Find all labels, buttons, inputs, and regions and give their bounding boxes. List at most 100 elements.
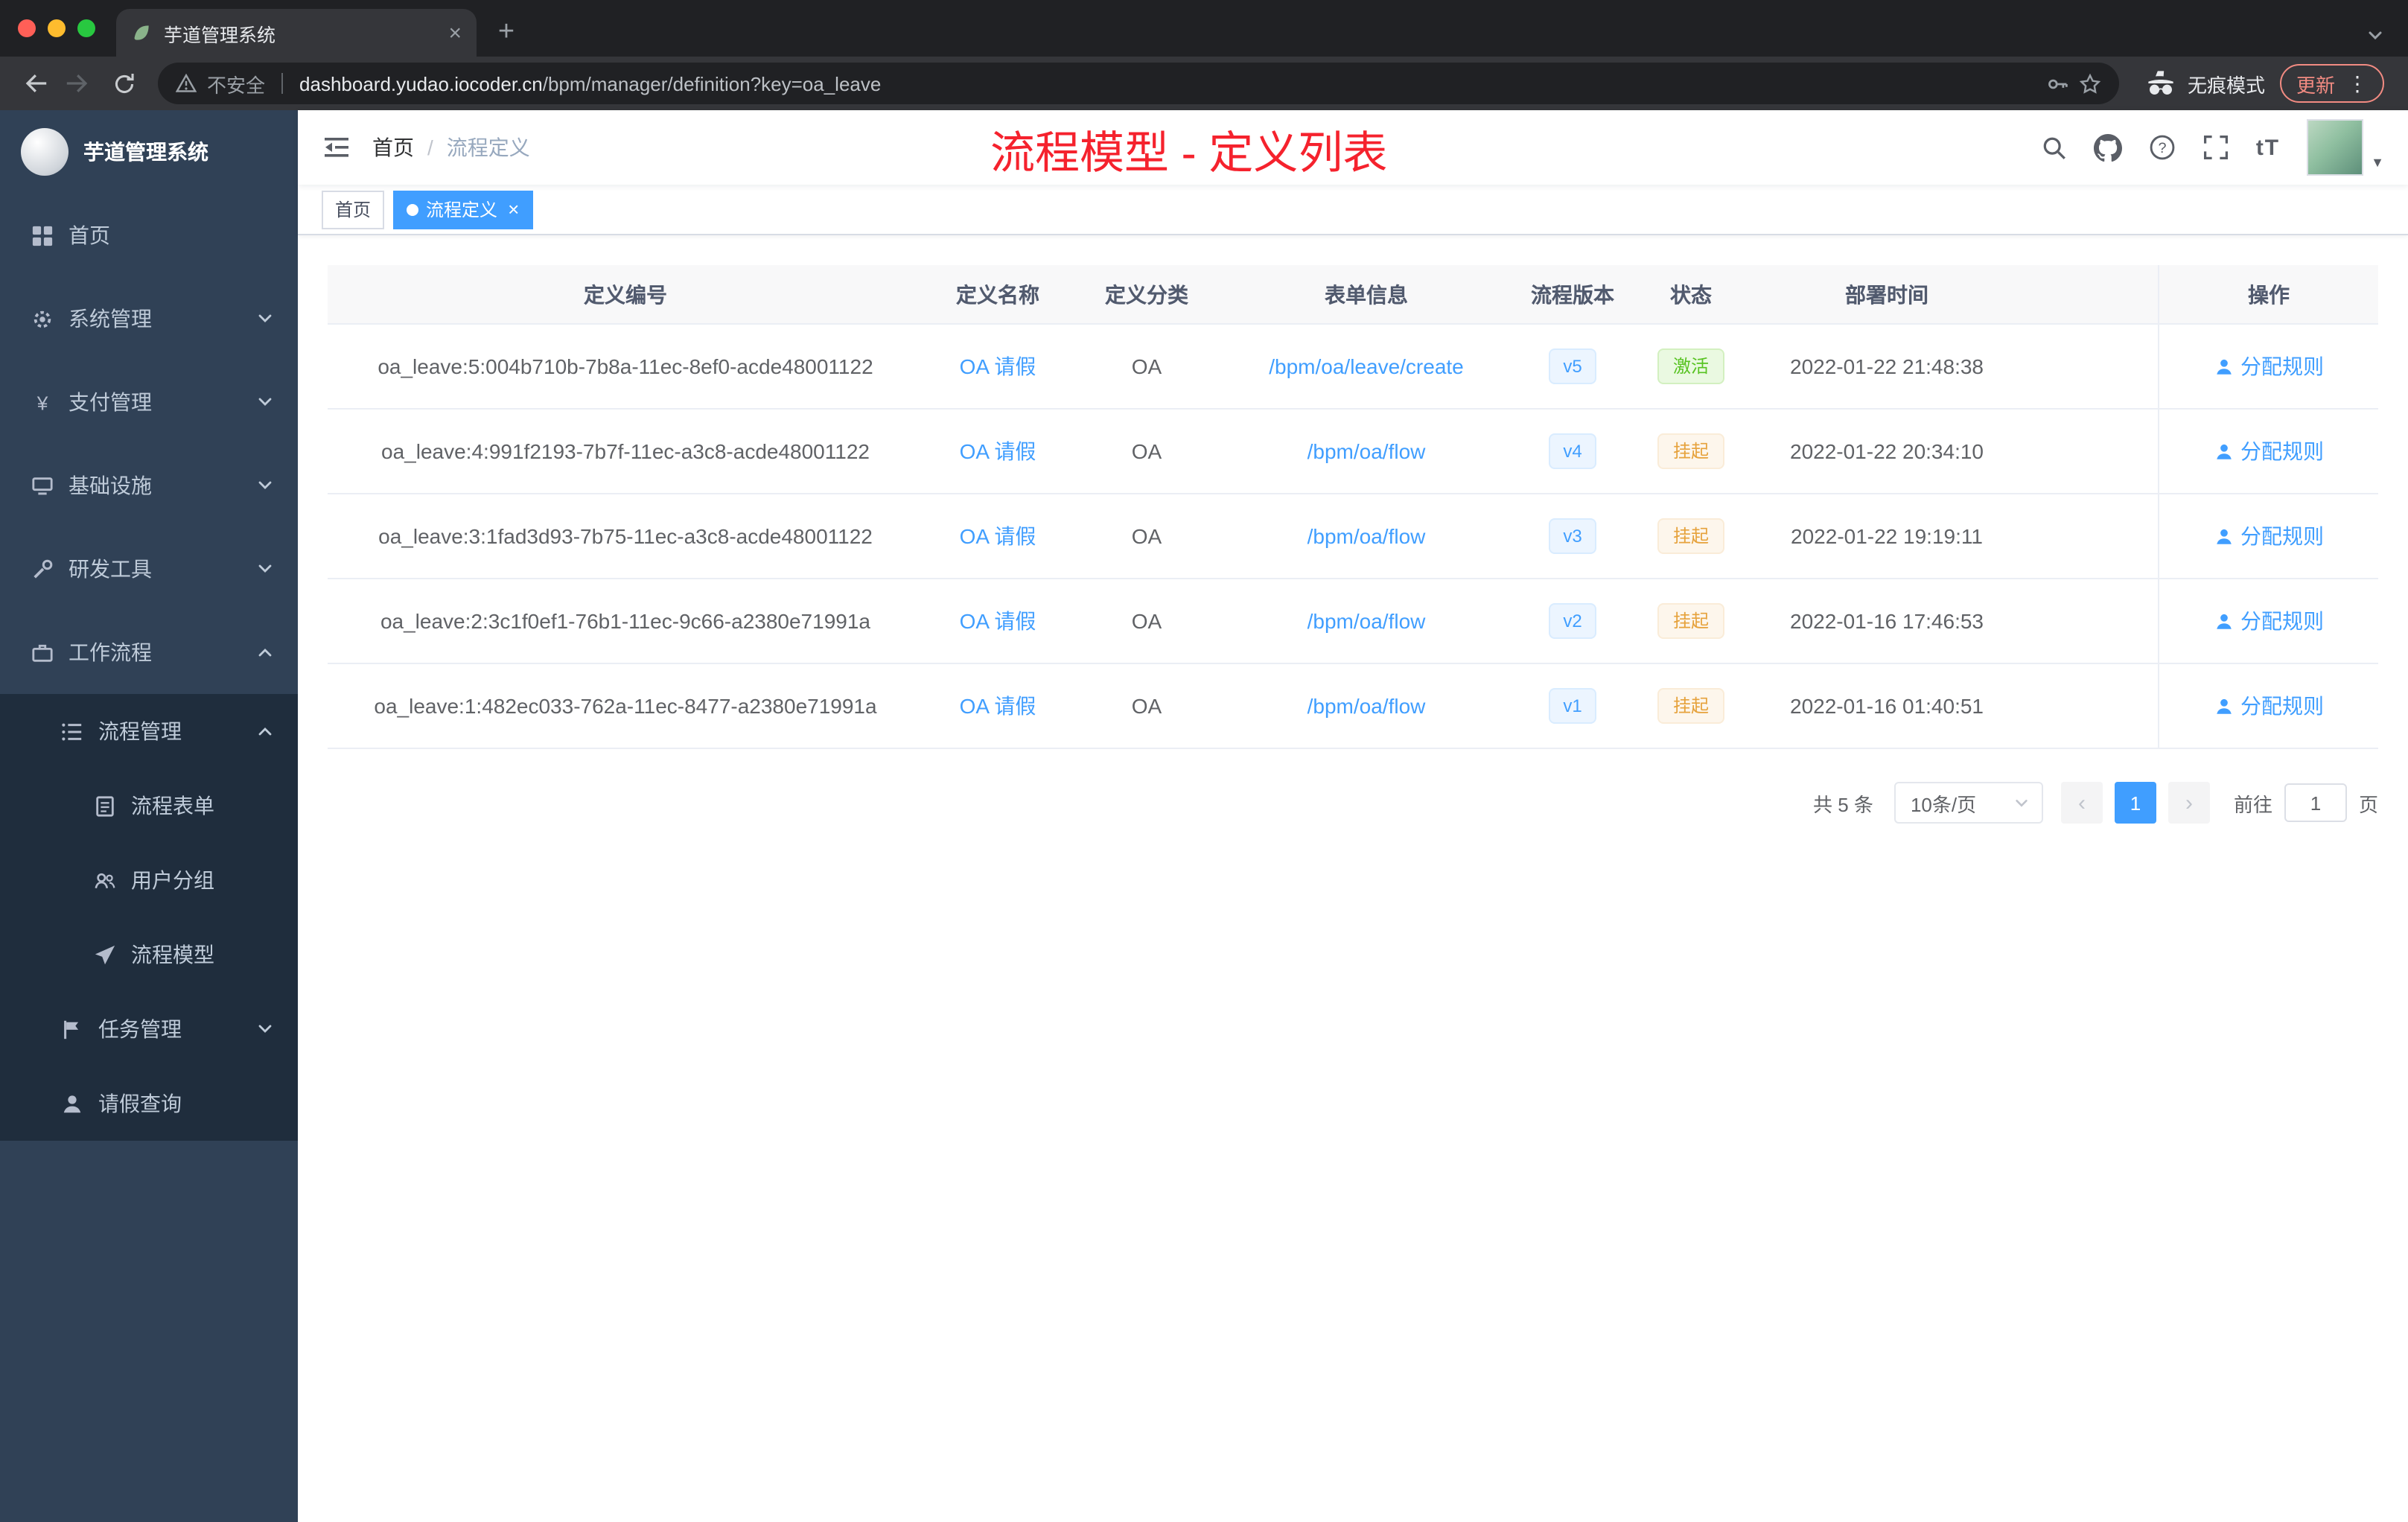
sidebar-item-process-form[interactable]: 流程表单 <box>0 768 298 843</box>
sidebar-item-system[interactable]: 系统管理 <box>0 277 298 360</box>
definition-name-link[interactable]: OA 请假 <box>960 606 1036 636</box>
table-row: oa_leave:3:1fad3d93-7b75-11ec-a3c8-acde4… <box>328 494 2378 579</box>
column-header: 定义名称 <box>956 282 1039 306</box>
tagsview-tag-home[interactable]: 首页 <box>322 190 385 229</box>
sidebar-item-payment[interactable]: ¥ 支付管理 <box>0 360 298 444</box>
deploy-time: 2022-01-22 19:19:11 <box>1791 524 1983 548</box>
zoom-window-button[interactable] <box>77 19 95 37</box>
sidebar-logo[interactable]: 芋道管理系统 <box>0 110 298 194</box>
close-window-button[interactable] <box>18 19 36 37</box>
chevron-down-icon <box>256 1020 274 1038</box>
minimize-window-button[interactable] <box>48 19 66 37</box>
version-badge: v3 <box>1548 518 1597 554</box>
definition-name-link[interactable]: OA 请假 <box>960 691 1036 721</box>
tab-search-chevron-icon[interactable] <box>2366 27 2384 45</box>
sidebar-item-leave-query[interactable]: 请假查询 <box>0 1066 298 1141</box>
table-row: oa_leave:4:991f2193-7b7f-11ec-a3c8-acde4… <box>328 410 2378 494</box>
definition-id: oa_leave:4:991f2193-7b7f-11ec-a3c8-acde4… <box>381 439 870 463</box>
sidebar-item-infrastructure[interactable]: 基础设施 <box>0 444 298 527</box>
sidebar-item-label: 支付管理 <box>69 390 152 414</box>
assign-rule-link[interactable]: 分配规则 <box>2214 436 2324 466</box>
sidebar-item-task-mgmt[interactable]: 任务管理 <box>0 992 298 1066</box>
goto-page: 前往 页 <box>2234 783 2378 822</box>
status-badge: 挂起 <box>1657 433 1724 469</box>
column-header: 定义编号 <box>584 282 667 306</box>
sidebar-item-label: 用户分组 <box>131 868 214 892</box>
sidebar-item-label: 请假查询 <box>98 1092 182 1115</box>
sidebar-item-process-model[interactable]: 流程模型 <box>0 917 298 992</box>
fullscreen-icon[interactable] <box>2202 134 2229 161</box>
chevron-up-icon <box>256 722 274 740</box>
sidebar-item-home[interactable]: 首页 <box>0 194 298 277</box>
deploy-time: 2022-01-22 21:48:38 <box>1790 354 1984 378</box>
user-menu[interactable]: ▼ <box>2307 119 2384 176</box>
assign-rule-link[interactable]: 分配规则 <box>2214 351 2324 381</box>
sidebar-item-workflow[interactable]: 工作流程 <box>0 611 298 694</box>
status-badge: 激活 <box>1657 348 1724 384</box>
browser-menu-icon[interactable]: ⋮ <box>2347 71 2368 96</box>
sidebar-item-label: 系统管理 <box>69 307 152 331</box>
goto-page-input[interactable] <box>2284 783 2347 822</box>
search-icon[interactable] <box>2040 134 2067 161</box>
tagsview-tag-definition[interactable]: 流程定义 × <box>393 190 533 229</box>
version-badge: v4 <box>1548 433 1597 469</box>
assign-rule-link[interactable]: 分配规则 <box>2214 606 2324 636</box>
font-size-icon[interactable]: tT <box>2256 135 2280 160</box>
chevron-down-icon <box>2013 795 2030 811</box>
definition-name-link[interactable]: OA 请假 <box>960 436 1036 466</box>
form-link[interactable]: /bpm/oa/flow <box>1307 524 1426 548</box>
chevron-down-icon <box>256 393 274 411</box>
bookmark-star-icon[interactable] <box>2079 72 2101 95</box>
sidebar-item-user-group[interactable]: 用户分组 <box>0 843 298 917</box>
form-link[interactable]: /bpm/oa/flow <box>1307 439 1426 463</box>
goto-unit: 页 <box>2358 793 2378 815</box>
sidebar: 芋道管理系统 首页系统管理 ¥ 支付管理 基础设施研发工具工作流程流程管理 流程表单用户… <box>0 110 298 1522</box>
form-link[interactable]: /bpm/oa/flow <box>1307 609 1426 633</box>
password-key-icon[interactable] <box>2046 72 2068 95</box>
definition-name-link[interactable]: OA 请假 <box>960 521 1036 551</box>
task-icon <box>60 1018 83 1040</box>
next-page-button[interactable]: › <box>2167 782 2210 824</box>
sidebar-fold-icon[interactable] <box>322 133 351 162</box>
definition-category: OA <box>1131 609 1162 633</box>
reload-icon[interactable] <box>101 61 146 106</box>
incognito-icon <box>2146 69 2176 98</box>
sidebar-item-devtools[interactable]: 研发工具 <box>0 527 298 611</box>
chevron-down-icon <box>256 477 274 494</box>
forward-icon[interactable] <box>57 61 101 106</box>
definition-name-link[interactable]: OA 请假 <box>960 351 1036 381</box>
chevron-down-icon: ▼ <box>2371 155 2384 170</box>
security-label[interactable]: 不安全 <box>207 69 265 98</box>
tab-title: 芋道管理系统 <box>164 25 276 45</box>
form-link[interactable]: /bpm/oa/leave/create <box>1269 354 1464 378</box>
prev-page-button[interactable]: ‹ <box>2060 782 2103 824</box>
logo-avatar <box>21 128 69 176</box>
address-bar[interactable]: 不安全 dashboard.yudao.iocoder.cn/bpm/manag… <box>158 63 2119 104</box>
sidebar-item-process-mgmt[interactable]: 流程管理 <box>0 694 298 768</box>
browser-tab[interactable]: 芋道管理系统 × <box>116 9 477 57</box>
assign-rule-link[interactable]: 分配规则 <box>2214 521 2324 551</box>
new-tab-button[interactable]: + <box>485 12 527 54</box>
process-icon <box>60 720 83 742</box>
tab-close-icon[interactable]: × <box>448 22 462 44</box>
github-icon[interactable] <box>2093 133 2122 162</box>
avatar[interactable] <box>2307 119 2364 176</box>
sidebar-item-label: 工作流程 <box>69 640 152 664</box>
tag-label: 流程定义 <box>426 200 498 220</box>
help-icon[interactable]: ? <box>2149 134 2176 161</box>
form-link[interactable]: /bpm/oa/flow <box>1307 694 1426 718</box>
close-icon[interactable]: × <box>508 200 519 219</box>
assign-rule-link[interactable]: 分配规则 <box>2214 691 2324 721</box>
page-1-button[interactable]: 1 <box>2114 782 2156 824</box>
user-icon <box>2214 611 2233 631</box>
update-button[interactable]: 更新 ⋮ <box>2279 64 2384 103</box>
column-header: 定义分类 <box>1105 282 1188 306</box>
page-content: 定义编号 定义名称 定义分类 表单信息 流程版本 状态 部署时间 操作 oa_leave:5:… <box>298 235 2408 1522</box>
definition-category: OA <box>1131 694 1162 718</box>
back-icon[interactable] <box>12 61 57 106</box>
sidebar-item-label: 研发工具 <box>69 557 152 581</box>
page-size-select[interactable]: 10条/页 <box>1893 782 2043 824</box>
breadcrumb-home[interactable]: 首页 <box>372 133 414 162</box>
version-badge: v5 <box>1548 348 1597 384</box>
user-icon <box>2214 526 2233 546</box>
